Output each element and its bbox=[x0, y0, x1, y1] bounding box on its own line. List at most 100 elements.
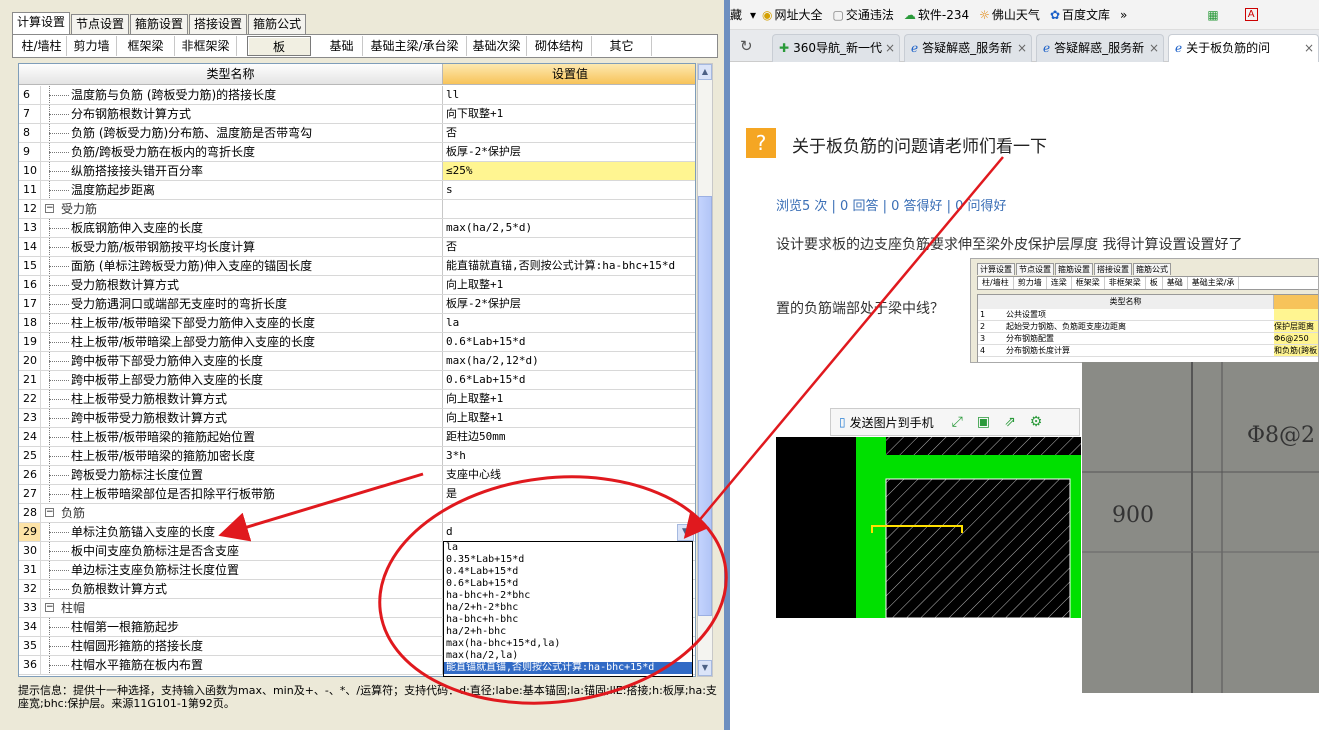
table-row[interactable]: 21 跨中板带上部受力筋伸入支座的长度 0.6*Lab+15*d bbox=[19, 371, 695, 390]
scroll-up-icon[interactable]: ▲ bbox=[698, 64, 712, 80]
dropdown-option[interactable]: 能直锚就直锚,否则按公式计算:ha-bhc+15*d bbox=[444, 662, 692, 674]
row-value-cell[interactable]: 向上取整+1 bbox=[443, 276, 695, 294]
row-value-cell[interactable]: 是 bbox=[443, 485, 695, 503]
row-value-cell[interactable]: max(ha/2,12*d) bbox=[443, 352, 695, 370]
row-value-cell[interactable]: 能直锚就直锚,否则按公式计算:ha-bhc+15*d bbox=[443, 257, 695, 275]
browser-tab[interactable]: ℯ 关于板负筋的问 × bbox=[1168, 34, 1319, 62]
table-row[interactable]: 14 板受力筋/板带钢筋按平均长度计算 否 bbox=[19, 238, 695, 257]
row-value-cell[interactable]: 板厚-2*保护层 bbox=[443, 143, 695, 161]
collapse-icon[interactable]: − bbox=[45, 508, 54, 517]
bookmark-link[interactable]: 百度文库 bbox=[1062, 6, 1110, 23]
header-setting-value[interactable]: 设置值 bbox=[443, 64, 695, 85]
gear-icon[interactable]: ⚙ bbox=[1030, 414, 1043, 430]
refresh-icon[interactable]: ↻ bbox=[740, 37, 753, 55]
table-row[interactable]: 9 负筋/跨板受力筋在板内的弯折长度 板厚-2*保护层 bbox=[19, 143, 695, 162]
row-value-cell[interactable]: 支座中心线 bbox=[443, 466, 695, 484]
bookmark-link[interactable]: 藏 bbox=[730, 6, 742, 23]
browser-tab[interactable]: ℯ 答疑解惑_服务新 × bbox=[1036, 34, 1164, 62]
close-icon[interactable]: × bbox=[1304, 35, 1314, 61]
row-value-cell[interactable]: la bbox=[443, 314, 695, 332]
more-bookmarks-icon[interactable]: » bbox=[1120, 8, 1127, 22]
row-value-cell[interactable]: d bbox=[443, 523, 695, 541]
top-tab[interactable]: 箍筋公式 bbox=[248, 14, 307, 34]
row-value-cell[interactable]: 向上取整+1 bbox=[443, 409, 695, 427]
apps-icon[interactable]: ▦ bbox=[1207, 8, 1218, 22]
table-row[interactable]: 15 面筋 (单标注跨板受力筋)伸入支座的锚固长度 能直锚就直锚,否则按公式计算:h… bbox=[19, 257, 695, 276]
attached-screenshot-thumbnail[interactable]: 计算设置 节点设置 箍筋设置 搭接设置 箍筋公式 柱/墙柱 剪力墙 连梁 框架梁 非框架梁板基础… bbox=[970, 258, 1319, 363]
table-row[interactable]: 22 柱上板带受力筋根数计算方式 向上取整+1 bbox=[19, 390, 695, 409]
dropdown-option[interactable]: 0.35*Lab+15*d bbox=[444, 554, 692, 566]
element-tab[interactable]: 柱/墙柱 bbox=[17, 36, 67, 56]
header-type-name[interactable]: 类型名称 bbox=[19, 64, 443, 85]
table-row[interactable]: 26 跨板受力筋标注长度位置 支座中心线 bbox=[19, 466, 695, 485]
dropdown-option[interactable]: 0.6*Lab+15*d bbox=[444, 578, 692, 590]
table-row[interactable]: 6 温度筋与负筋 (跨板受力筋)的搭接长度 ll bbox=[19, 86, 695, 105]
table-row[interactable]: 23 跨中板带受力筋根数计算方式 向上取整+1 bbox=[19, 409, 695, 428]
bookmark-link[interactable]: 佛山天气 bbox=[992, 6, 1040, 23]
row-value-cell[interactable]: s bbox=[443, 181, 695, 199]
dropdown-option[interactable]: ha-bhc+h-2*bhc bbox=[444, 590, 692, 602]
row-value-cell[interactable]: 距柱边50mm bbox=[443, 428, 695, 446]
table-row[interactable]: 13 板底钢筋伸入支座的长度 max(ha/2,5*d) bbox=[19, 219, 695, 238]
table-row[interactable]: 19 柱上板带/板带暗梁上部受力筋伸入支座的长度 0.6*Lab+15*d bbox=[19, 333, 695, 352]
table-row[interactable]: 11 温度筋起步距离 s bbox=[19, 181, 695, 200]
table-row[interactable]: 8 负筋 (跨板受力筋)分布筋、温度筋是否带弯勾 否 bbox=[19, 124, 695, 143]
row-value-cell[interactable]: 否 bbox=[443, 238, 695, 256]
row-value-cell[interactable]: 0.6*Lab+15*d bbox=[443, 333, 695, 351]
table-row[interactable]: 20 跨中板带下部受力筋伸入支座的长度 max(ha/2,12*d) bbox=[19, 352, 695, 371]
collapse-icon[interactable]: − bbox=[45, 204, 54, 213]
element-tab[interactable]: 基础次梁 bbox=[467, 36, 527, 56]
row-value-cell[interactable]: ≤25% bbox=[443, 162, 695, 180]
top-tab[interactable]: 计算设置 bbox=[12, 12, 71, 34]
row-value-cell[interactable]: ll bbox=[443, 86, 695, 104]
table-row[interactable]: 7 分布钢筋根数计算方式 向下取整+1 bbox=[19, 105, 695, 124]
scroll-thumb[interactable] bbox=[698, 196, 712, 616]
element-tab[interactable]: 剪力墙 bbox=[67, 36, 117, 56]
grid-scrollbar[interactable]: ▲ ▼ bbox=[697, 63, 713, 677]
dropdown-option[interactable]: max(ha/2,la) bbox=[444, 650, 692, 662]
send-to-phone-button[interactable]: 发送图片到手机 bbox=[850, 414, 934, 431]
element-tab[interactable]: 框架梁 bbox=[117, 36, 175, 56]
element-tab[interactable]: 基础主梁/承台梁 bbox=[363, 36, 467, 56]
close-icon[interactable]: × bbox=[1017, 35, 1027, 61]
bookmark-link[interactable]: 网址大全 bbox=[775, 6, 823, 23]
browser-tab[interactable]: ✚ 360导航_新一代 × bbox=[772, 34, 900, 62]
row-value-cell[interactable]: 向下取整+1 bbox=[443, 105, 695, 123]
table-row[interactable]: 27 柱上板带暗梁部位是否扣除平行板带筋 是 bbox=[19, 485, 695, 504]
table-row[interactable]: 25 柱上板带/板带暗梁的箍筋加密长度 3*h bbox=[19, 447, 695, 466]
dropdown-option[interactable]: ha-bhc+h-bhc bbox=[444, 614, 692, 626]
value-dropdown-list[interactable]: la 0.35*Lab+15*d 0.4*Lab+15*d 0.6*Lab+15*d h… bbox=[443, 541, 693, 677]
dropdown-option[interactable]: 0.4*Lab+15*d bbox=[444, 566, 692, 578]
element-tab[interactable]: 其它 bbox=[592, 36, 652, 56]
element-tab[interactable]: 砌体结构 bbox=[527, 36, 592, 56]
row-value-cell[interactable]: 否 bbox=[443, 124, 695, 142]
row-value-cell[interactable]: 板厚-2*保护层 bbox=[443, 295, 695, 313]
dropdown-option[interactable]: ha/2+h-bhc bbox=[444, 626, 692, 638]
top-tab[interactable]: 节点设置 bbox=[71, 14, 130, 34]
table-row[interactable]: 17 受力筋遇洞口或端部无支座时的弯折长度 板厚-2*保护层 bbox=[19, 295, 695, 314]
element-tab[interactable]: 板 bbox=[247, 36, 311, 56]
close-icon[interactable]: × bbox=[1149, 35, 1159, 61]
row-value-cell[interactable]: 0.6*Lab+15*d bbox=[443, 371, 695, 389]
dropdown-option[interactable]: la bbox=[444, 542, 692, 554]
table-row[interactable]: 18 柱上板带/板带暗梁下部受力筋伸入支座的长度 la bbox=[19, 314, 695, 333]
row-value-cell[interactable]: max(ha/2,5*d) bbox=[443, 219, 695, 237]
pdf-icon[interactable]: A bbox=[1244, 8, 1258, 21]
top-tab[interactable]: 箍筋设置 bbox=[130, 14, 189, 34]
table-row[interactable]: 24 柱上板带/板带暗梁的箍筋起始位置 距柱边50mm bbox=[19, 428, 695, 447]
phone-icon[interactable]: ▯ bbox=[839, 415, 846, 429]
group-row[interactable]: 12− 受力筋 bbox=[19, 200, 695, 219]
table-row[interactable]: 29 单标注负筋锚入支座的长度 d bbox=[19, 523, 695, 542]
scroll-down-icon[interactable]: ▼ bbox=[698, 660, 712, 676]
close-icon[interactable]: × bbox=[885, 35, 895, 61]
top-tab[interactable]: 搭接设置 bbox=[189, 14, 248, 34]
save-icon[interactable]: ▣ bbox=[977, 414, 990, 430]
group-row[interactable]: 28− 负筋 bbox=[19, 504, 695, 523]
dropdown-arrow-icon[interactable]: ▼ bbox=[677, 524, 694, 541]
row-value-cell[interactable]: 向上取整+1 bbox=[443, 390, 695, 408]
table-row[interactable]: 16 受力筋根数计算方式 向上取整+1 bbox=[19, 276, 695, 295]
bookmark-link[interactable]: 交通违法 bbox=[846, 6, 894, 23]
question-stats[interactable]: 浏览5 次 | 0 回答 | 0 答得好 | 0 问得好 bbox=[776, 195, 1007, 214]
row-value-cell[interactable] bbox=[443, 504, 695, 522]
dropdown-option[interactable]: max(ha-bhc+15*d,la) bbox=[444, 638, 692, 650]
